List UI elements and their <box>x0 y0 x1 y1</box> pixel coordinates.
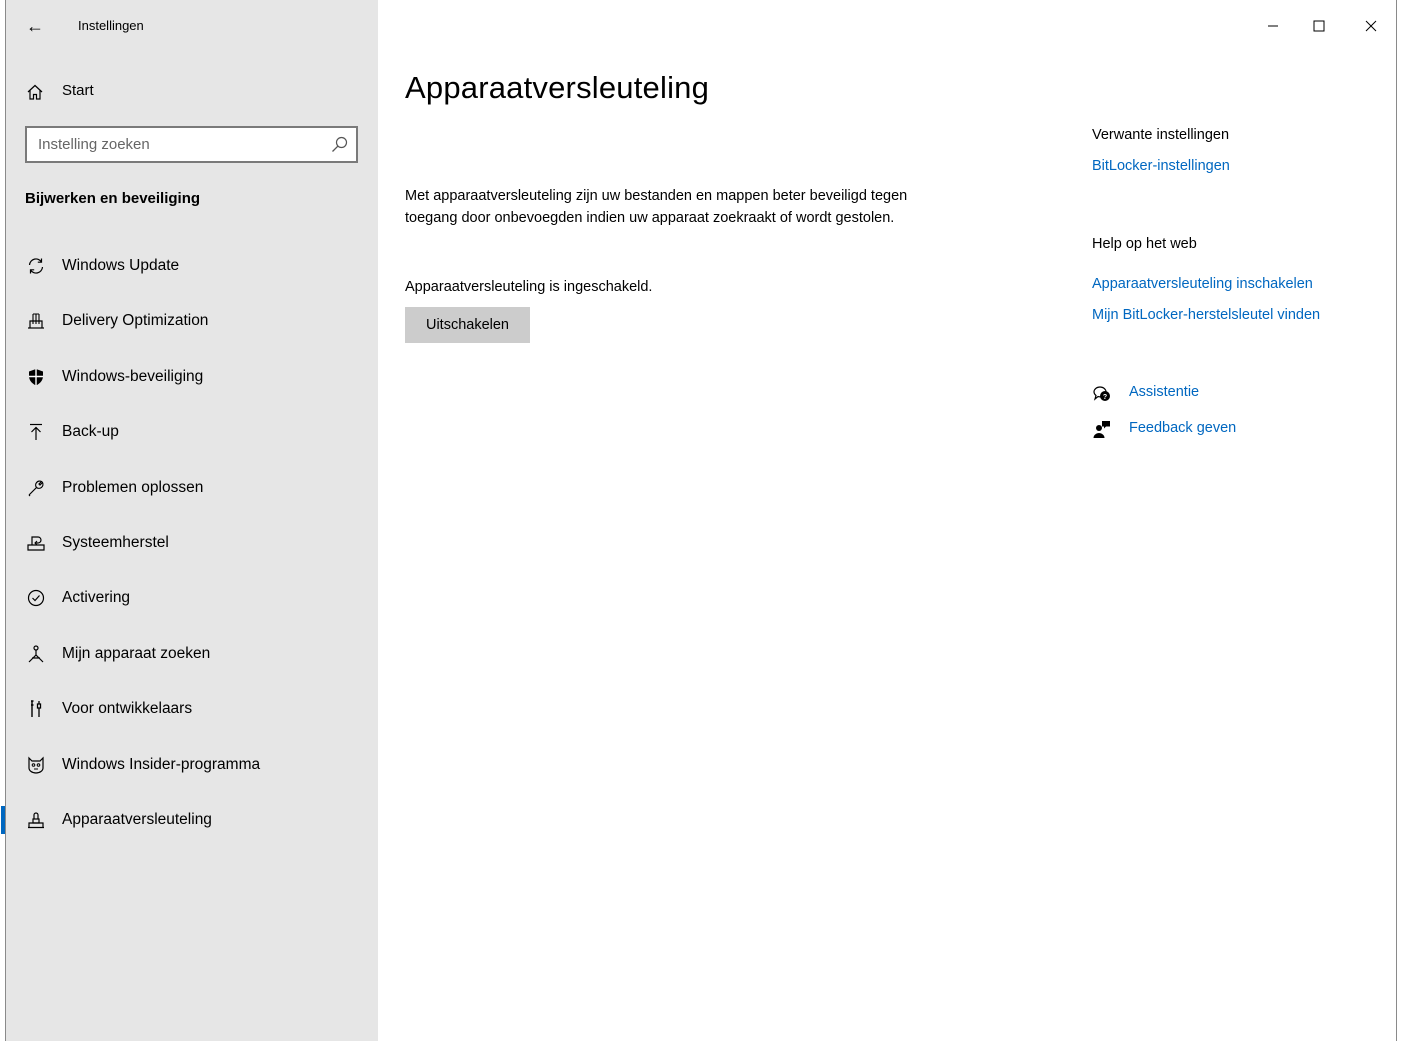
sidebar-item-for-developers[interactable]: Voor ontwikkelaars <box>6 687 378 742</box>
minimize-button[interactable] <box>1250 6 1296 46</box>
shield-icon <box>29 368 43 386</box>
sidebar-item-backup[interactable]: Back-up <box>6 410 378 465</box>
insider-cat-icon <box>28 756 44 774</box>
active-indicator <box>1 805 5 834</box>
help-web-heading: Help op het web <box>1092 236 1197 252</box>
related-settings-heading: Verwante instellingen <box>1092 127 1230 143</box>
app-title: Instellingen <box>78 18 144 33</box>
sidebar-item-windows-insider[interactable]: Windows Insider-programma <box>6 743 378 798</box>
sidebar-item-label: Back-up <box>62 423 119 441</box>
sidebar-item-label: Windows Insider-programma <box>62 755 261 773</box>
sidebar-item-windows-security[interactable]: Windows-beveiliging <box>6 355 378 410</box>
device-encryption-icon <box>28 812 44 829</box>
settings-window: ← Instellingen Start Bijwerken en beveil… <box>1 0 1397 1041</box>
bitlocker-settings-link[interactable]: BitLocker-instellingen <box>1092 158 1230 174</box>
get-help-link[interactable]: Assistentie <box>1129 384 1199 400</box>
maximize-button[interactable] <box>1296 6 1342 46</box>
sidebar-item-find-my-device[interactable]: Mijn apparaat zoeken <box>6 632 378 687</box>
page-title: Apparaatversleuteling <box>405 70 710 105</box>
sidebar-item-label: Problemen oplossen <box>62 478 204 496</box>
sidebar-item-label: Windows Update <box>62 257 180 274</box>
minimize-icon <box>1268 25 1278 27</box>
find-recovery-key-link[interactable]: Mijn BitLocker-herstelsleutel vinden <box>1092 307 1320 323</box>
search-input[interactable] <box>27 128 328 161</box>
sidebar-nav: Windows Update Delivery Optimization Win… <box>1 244 378 853</box>
close-icon <box>1365 20 1377 32</box>
delivery-optimization-icon <box>28 313 44 329</box>
backup-arrow-icon <box>30 424 42 441</box>
sidebar-item-delivery-optimization[interactable]: Delivery Optimization <box>6 299 378 354</box>
sidebar-item-label: Voor ontwikkelaars <box>62 700 193 718</box>
home-nav-item[interactable]: Start <box>6 74 378 110</box>
back-button[interactable]: ← <box>20 12 50 40</box>
sidebar-item-label: Activering <box>62 589 131 607</box>
feedback-icon[interactable] <box>1092 420 1112 440</box>
developer-tools-icon <box>31 700 42 718</box>
search-icon[interactable] <box>331 136 348 153</box>
page-description: Met apparaatversleuteling zijn uw bestan… <box>405 188 908 226</box>
search-box[interactable] <box>25 126 358 163</box>
sidebar-item-label: Mijn apparaat zoeken <box>62 644 211 662</box>
home-label: Start <box>62 82 94 99</box>
get-help-icon[interactable]: ? <box>1092 384 1112 404</box>
sidebar-item-label: Windows-beveiliging <box>62 367 204 385</box>
home-icon <box>27 84 43 100</box>
recovery-icon <box>27 536 45 551</box>
maximize-icon <box>1313 20 1325 32</box>
give-feedback-link[interactable]: Feedback geven <box>1129 420 1236 436</box>
back-arrow-icon: ← <box>26 15 44 36</box>
section-title: Bijwerken en beveiliging <box>25 190 201 207</box>
sidebar-item-label: Systeemherstel <box>62 533 169 551</box>
enable-encryption-link[interactable]: Apparaatversleuteling inschakelen <box>1092 276 1313 292</box>
check-circle-icon <box>27 590 45 607</box>
close-button[interactable] <box>1348 6 1394 46</box>
sidebar-item-device-encryption[interactable]: Apparaatversleuteling <box>1 798 378 853</box>
sidebar: ← Instellingen Start Bijwerken en beveil… <box>1 0 378 1041</box>
sidebar-item-label: Apparaatversleuteling <box>62 810 212 828</box>
sidebar-item-label: Delivery Optimization <box>62 312 209 330</box>
sidebar-item-activation[interactable]: Activering <box>6 576 378 631</box>
sidebar-item-recovery[interactable]: Systeemherstel <box>6 521 378 576</box>
wrench-icon <box>28 480 44 496</box>
find-device-icon <box>28 645 44 663</box>
encryption-status: Apparaatversleuteling is ingeschakeld. <box>405 279 653 295</box>
svg-text:?: ? <box>1103 394 1107 401</box>
sidebar-item-windows-update[interactable]: Windows Update <box>6 244 378 299</box>
sync-icon <box>28 258 44 274</box>
sidebar-item-troubleshoot[interactable]: Problemen oplossen <box>6 466 378 521</box>
turn-off-button[interactable]: Uitschakelen <box>405 307 530 343</box>
